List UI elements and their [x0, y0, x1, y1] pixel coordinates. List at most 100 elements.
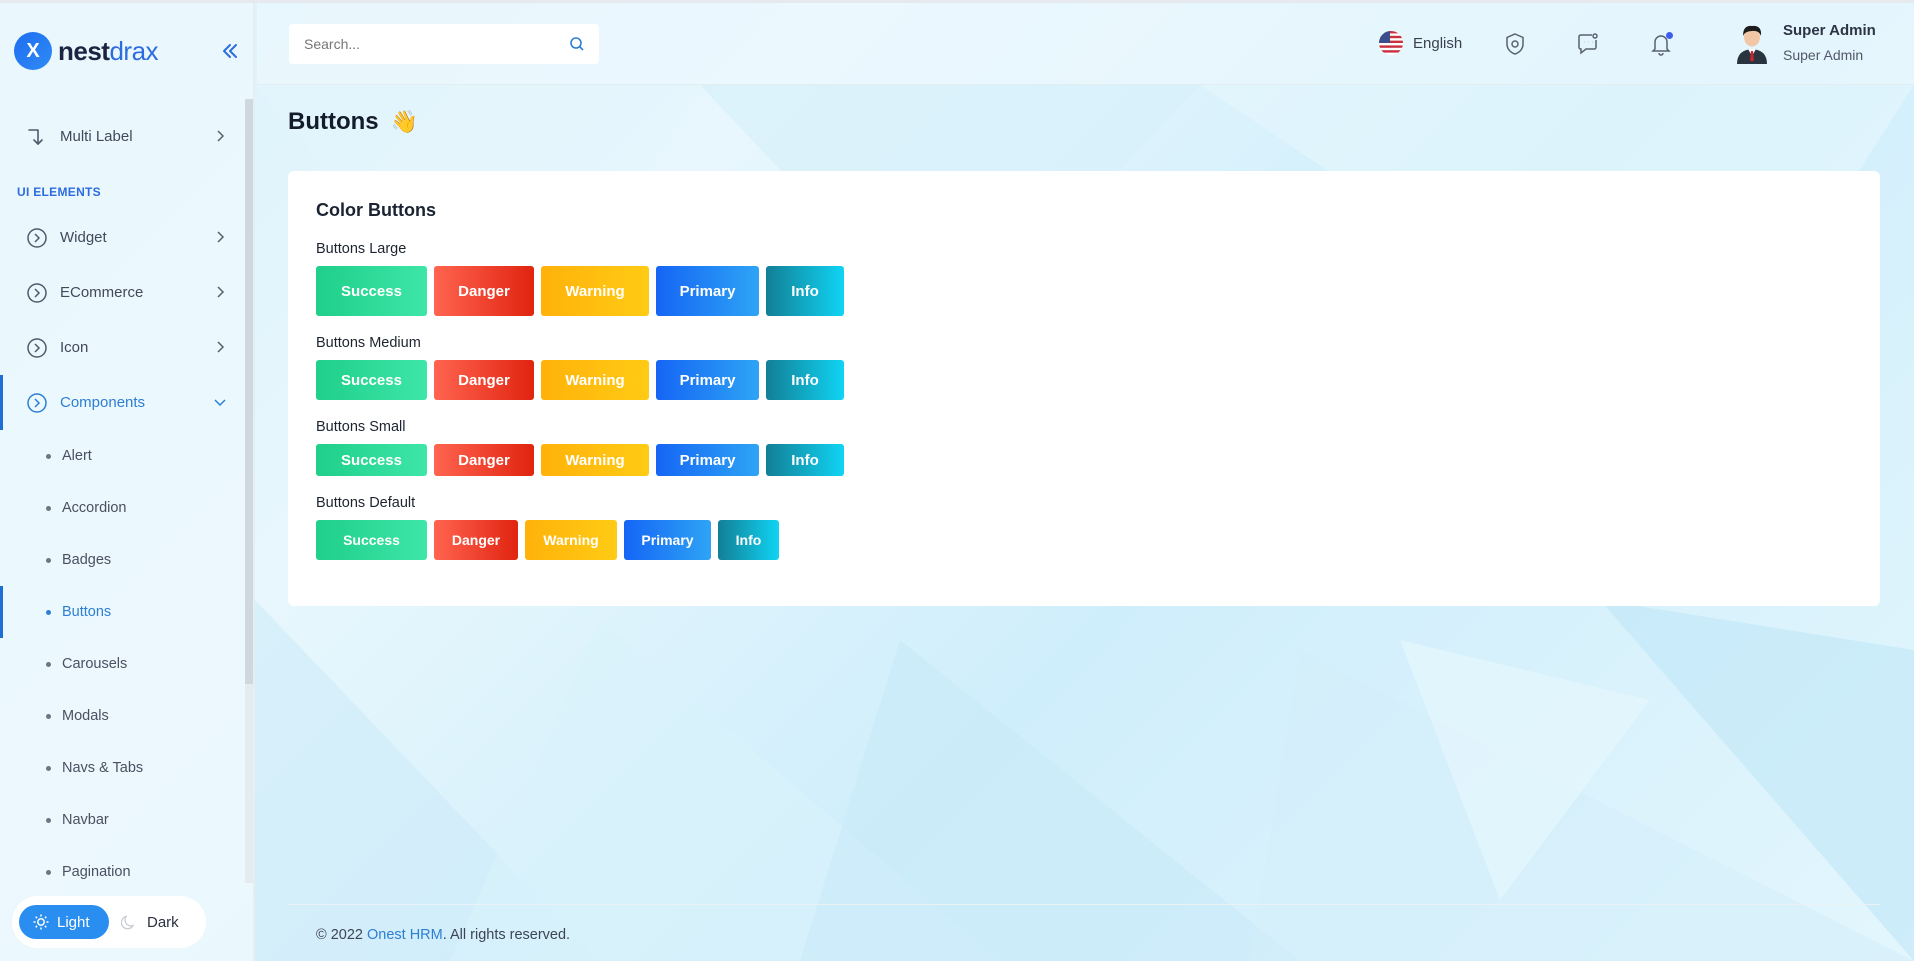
sidebar-subitem-pagination[interactable]: Pagination: [0, 846, 240, 898]
success-button-large[interactable]: Success: [316, 266, 427, 316]
sidebar-item-label: Widget: [60, 229, 107, 246]
chevron-right-icon: [212, 284, 228, 300]
footer-copyright: © 2022: [316, 927, 367, 943]
sidebar-subitem-modals[interactable]: Modals: [0, 690, 240, 742]
success-button-small[interactable]: Success: [316, 444, 427, 476]
top-border: [0, 0, 1914, 3]
button-row-default: Success Danger Warning Primary Info: [316, 520, 779, 560]
moon-icon: [121, 915, 135, 930]
sidebar-menu: Multi Label UI ELEMENTS Widget ECommerce: [0, 109, 240, 898]
sidebar-subitem-navbar[interactable]: Navbar: [0, 794, 240, 846]
sun-icon: [33, 914, 49, 930]
sidebar-item-icon[interactable]: Icon: [0, 320, 240, 375]
sidebar-item-components[interactable]: Components: [0, 375, 240, 430]
search-input[interactable]: [289, 25, 559, 63]
primary-button-medium[interactable]: Primary: [656, 360, 759, 400]
button-row-medium: Success Danger Warning Primary Info: [316, 360, 844, 400]
sidebar-scrollbar-thumb[interactable]: [245, 99, 253, 684]
primary-button-small[interactable]: Primary: [656, 444, 759, 476]
circle-chevron-icon: [26, 282, 48, 304]
bell-icon[interactable]: [1648, 31, 1674, 57]
search-box: [289, 24, 599, 64]
light-theme-label: Light: [57, 913, 90, 931]
brand[interactable]: X nestdrax: [14, 31, 159, 71]
dark-theme-label: Dark: [147, 913, 179, 931]
sidebar-subitem-carousels[interactable]: Carousels: [0, 638, 240, 690]
footer-company-link[interactable]: Onest HRM: [367, 927, 443, 943]
button-row-small: Success Danger Warning Primary Info: [316, 444, 844, 476]
info-button-medium[interactable]: Info: [766, 360, 844, 400]
language-label: English: [1413, 34, 1463, 52]
sidebar-item-label: Icon: [60, 339, 89, 356]
group-label-large: Buttons Large: [316, 241, 407, 257]
collapse-sidebar-icon[interactable]: [218, 39, 242, 63]
sidebar-subitem-buttons[interactable]: Buttons: [0, 586, 240, 638]
footer: © 2022 Onest HRM. All rights reserved.: [316, 927, 570, 943]
brand-name-bold: nest: [58, 35, 110, 66]
primary-button-default[interactable]: Primary: [624, 520, 711, 560]
warning-button-medium[interactable]: Warning: [541, 360, 649, 400]
sidebar-item-multi-label[interactable]: Multi Label: [0, 109, 240, 164]
circle-chevron-icon: [26, 337, 48, 359]
sidebar-item-label: ECommerce: [60, 284, 144, 301]
section-label-ui-elements: UI ELEMENTS: [17, 185, 101, 199]
chevron-down-icon: [212, 394, 228, 410]
user-info: Super Admin Super Admin: [1783, 22, 1876, 63]
user-role: Super Admin: [1783, 46, 1864, 63]
danger-button-small[interactable]: Danger: [434, 444, 534, 476]
sidebar-subitem-badges[interactable]: Badges: [0, 534, 240, 586]
chevron-right-icon: [212, 339, 228, 355]
circle-chevron-icon: [26, 392, 48, 414]
footer-rights: . All rights reserved.: [442, 927, 571, 943]
footer-divider: [288, 904, 1880, 905]
group-label-default: Buttons Default: [316, 495, 416, 511]
avatar: [1733, 20, 1771, 64]
danger-button-default[interactable]: Danger: [434, 520, 518, 560]
info-button-default[interactable]: Info: [718, 520, 779, 560]
warning-button-default[interactable]: Warning: [525, 520, 617, 560]
button-row-large: Success Danger Warning Primary Info: [316, 266, 844, 316]
sidebar-item-label: Multi Label: [60, 128, 133, 145]
brand-logo-icon: X: [14, 32, 52, 70]
brand-name-light: drax: [109, 35, 159, 66]
user-name: Super Admin: [1783, 21, 1876, 39]
chevron-right-icon: [212, 229, 228, 245]
notification-dot: [1666, 32, 1673, 39]
user-menu[interactable]: Super Admin Super Admin: [1733, 20, 1876, 64]
sidebar-subitem-alert[interactable]: Alert: [0, 430, 240, 482]
group-label-medium: Buttons Medium: [316, 335, 421, 351]
theme-toggle: Light Dark: [12, 896, 206, 948]
danger-button-medium[interactable]: Danger: [434, 360, 534, 400]
success-button-medium[interactable]: Success: [316, 360, 427, 400]
warning-button-small[interactable]: Warning: [541, 444, 649, 476]
top-header: English Su: [257, 3, 1914, 85]
language-selector[interactable]: English: [1379, 31, 1462, 55]
waving-hand-icon: 👋: [390, 109, 419, 134]
us-flag-icon: [1379, 31, 1403, 55]
dark-theme-button[interactable]: Dark: [121, 905, 179, 939]
sidebar-item-label: Components: [60, 394, 146, 411]
sidebar-item-widget[interactable]: Widget: [0, 210, 240, 265]
circle-chevron-icon: [26, 227, 48, 249]
search-icon[interactable]: [569, 36, 585, 52]
group-label-small: Buttons Small: [316, 419, 406, 435]
chat-icon[interactable]: [1575, 31, 1601, 57]
info-button-small[interactable]: Info: [766, 444, 844, 476]
level-down-icon: [26, 126, 48, 148]
success-button-default[interactable]: Success: [316, 520, 427, 560]
settings-shield-icon[interactable]: [1502, 31, 1528, 57]
card-title: Color Buttons: [316, 200, 436, 220]
primary-button-large[interactable]: Primary: [656, 266, 759, 316]
warning-button-large[interactable]: Warning: [541, 266, 649, 316]
info-button-large[interactable]: Info: [766, 266, 844, 316]
sidebar: X nestdrax Multi Label UI ELEMENTS Widge…: [0, 3, 255, 961]
chevron-right-icon: [212, 128, 228, 144]
sidebar-subitem-navs-tabs[interactable]: Navs & Tabs: [0, 742, 240, 794]
color-buttons-card: Color Buttons Buttons Large Success Dang…: [288, 171, 1880, 606]
danger-button-large[interactable]: Danger: [434, 266, 534, 316]
sidebar-item-ecommerce[interactable]: ECommerce: [0, 265, 240, 320]
page-title-text: Buttons: [288, 108, 379, 135]
sidebar-subitem-accordion[interactable]: Accordion: [0, 482, 240, 534]
light-theme-button[interactable]: Light: [19, 905, 109, 939]
page-title: Buttons 👋: [288, 108, 418, 136]
